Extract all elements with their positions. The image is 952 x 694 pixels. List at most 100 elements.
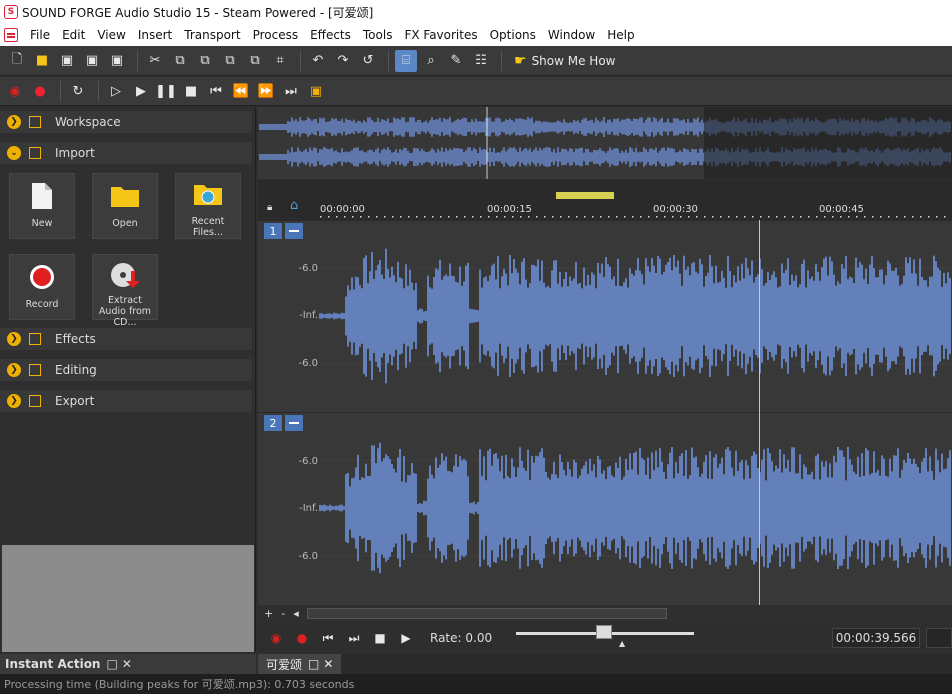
horizontal-scrollbar[interactable]: + - ◂ [258, 605, 952, 622]
restore-icon[interactable]: □ [106, 657, 117, 671]
menu-process[interactable]: Process [247, 28, 305, 42]
channel-1[interactable]: 1 -6.0 -Inf. -6.0 [258, 220, 952, 410]
scroll-left-icon[interactable]: ◂ [293, 607, 299, 620]
toolbar-divider [137, 50, 138, 71]
section-label: Editing [55, 363, 97, 377]
overview-waveform [259, 107, 952, 179]
menu-fx-favorites[interactable]: FX Favorites [398, 28, 483, 42]
undo-icon[interactable]: ↶ [307, 50, 329, 72]
cut-icon[interactable]: ✂ [144, 50, 166, 72]
menu-view[interactable]: View [91, 28, 131, 42]
copy-icon[interactable]: ⧉ [169, 50, 191, 72]
section-effects[interactable]: ❯ Effects [0, 328, 252, 350]
crop-icon[interactable]: ⌗ [269, 50, 291, 72]
ruler-label: 00:00:45 [819, 204, 864, 215]
event-tool-icon[interactable]: ☷ [470, 50, 492, 72]
restore-icon[interactable]: □ [308, 657, 319, 671]
new-tile[interactable]: New [9, 173, 75, 239]
hand-pointer-icon: ☛ [514, 52, 527, 69]
record-tile[interactable]: Record [9, 254, 75, 320]
stop-icon[interactable]: ■ [180, 80, 202, 102]
tab-instant-action[interactable]: Instant Action [5, 657, 100, 671]
recent-files-tile[interactable]: Recent Files... [175, 173, 241, 239]
section-workspace[interactable]: ❯ Workspace [0, 111, 252, 133]
record-icon[interactable]: ● [292, 628, 312, 648]
menu-help[interactable]: Help [601, 28, 640, 42]
menu-tools[interactable]: Tools [357, 28, 399, 42]
zoom-in-button[interactable]: + [264, 607, 273, 620]
instant-action-tab-bar: Instant Action □ ✕ [0, 654, 256, 674]
status-bar: Processing time (Building peaks for 可爱颂.… [0, 674, 952, 694]
save-icon[interactable]: ▣ [56, 50, 78, 72]
tile-label: Extract Audio from CD... [98, 295, 152, 328]
waveform-channel-2 [319, 442, 952, 574]
rate-slider-thumb[interactable] [596, 625, 612, 639]
time-ruler[interactable]: 🔒︎ ⌂ 00:00:00 00:00:15 00:00:30 00:00:45 [258, 180, 952, 220]
menu-options[interactable]: Options [484, 28, 542, 42]
channel-2[interactable]: 2 -6.0 -Inf. -6.0 [258, 412, 952, 602]
window-title: SOUND FORGE Audio Studio 15 - Steam Powe… [22, 5, 374, 20]
play-icon[interactable]: ▶ [130, 80, 152, 102]
show-me-how-button[interactable]: ☛ Show Me How [514, 53, 616, 69]
new-file-icon[interactable]: 🗋 [6, 50, 28, 72]
time-display-extra [926, 628, 952, 648]
close-icon[interactable]: ✕ [323, 657, 333, 671]
go-to-start-icon[interactable]: ⏮ [318, 628, 338, 648]
go-to-start-icon[interactable]: ⏮ [205, 80, 227, 102]
repeat-icon[interactable]: ↺ [357, 50, 379, 72]
record-settings-icon[interactable]: ◉ [266, 628, 286, 648]
open-folder-icon[interactable]: ■ [31, 50, 53, 72]
document-tab-bar: 可爱颂 □ ✕ [258, 654, 952, 674]
pause-icon[interactable]: ❚❚ [155, 80, 177, 102]
extract-audio-tile[interactable]: Extract Audio from CD... [92, 254, 158, 328]
section-import[interactable]: ⌄ Import [0, 142, 252, 164]
section-editing[interactable]: ❯ Editing [0, 359, 252, 381]
import-icon [29, 147, 41, 159]
save-as-icon[interactable]: ▣ [81, 50, 103, 72]
transport-toolbar: ◉ ● ↻ ▷ ▶ ❚❚ ■ ⏮ ⏪ ⏩ ⏭ ▣ [0, 77, 952, 106]
chevron-down-icon: ⌄ [7, 146, 21, 160]
title-bar: S SOUND FORGE Audio Studio 15 - Steam Po… [0, 0, 952, 24]
menu-file[interactable]: File [24, 28, 56, 42]
close-icon[interactable]: ✕ [122, 657, 132, 671]
menu-effects[interactable]: Effects [304, 28, 357, 42]
pencil-tool-icon[interactable]: ✎ [445, 50, 467, 72]
menu-edit[interactable]: Edit [56, 28, 91, 42]
go-to-end-icon[interactable]: ⏭ [344, 628, 364, 648]
mix-insert-icon[interactable]: ▣ [305, 80, 327, 102]
menu-window[interactable]: Window [542, 28, 601, 42]
recent-folder-icon [193, 180, 223, 210]
section-label: Workspace [55, 115, 121, 129]
waveform-area[interactable]: 1 -6.0 -Inf. -6.0 2 -6.0 -Inf. -6.0 [258, 220, 952, 605]
record-settings-icon[interactable]: ◉ [4, 80, 26, 102]
chevron-right-icon: ❯ [7, 115, 21, 129]
scroll-thumb[interactable] [306, 608, 667, 619]
section-label: Import [55, 146, 95, 160]
fast-forward-icon[interactable]: ⏩ [255, 80, 277, 102]
section-export[interactable]: ❯ Export [0, 390, 252, 412]
save-all-icon[interactable]: ▣ [106, 50, 128, 72]
zoom-out-button[interactable]: - [281, 607, 285, 620]
mix-icon[interactable]: ⧉ [219, 50, 241, 72]
app-logo-icon: S [4, 5, 18, 19]
stop-icon[interactable]: ■ [370, 628, 390, 648]
overview-bar[interactable] [258, 107, 952, 179]
record-icon[interactable]: ● [29, 80, 51, 102]
redo-icon[interactable]: ↷ [332, 50, 354, 72]
magnify-tool-icon[interactable]: ⌕ [420, 50, 442, 72]
play-icon[interactable]: ▶ [396, 628, 416, 648]
paste-icon[interactable]: ⧉ [194, 50, 216, 72]
menu-transport[interactable]: Transport [178, 28, 246, 42]
menu-insert[interactable]: Insert [132, 28, 178, 42]
paste-special-icon[interactable]: ⧉ [244, 50, 266, 72]
rewind-icon[interactable]: ⏪ [230, 80, 252, 102]
open-tile[interactable]: Open [92, 173, 158, 239]
playhead-cursor[interactable] [759, 220, 760, 605]
loop-icon[interactable]: ↻ [67, 80, 89, 102]
tab-document[interactable]: 可爱颂 □ ✕ [258, 654, 342, 674]
go-to-end-icon[interactable]: ⏭ [280, 80, 302, 102]
play-all-icon[interactable]: ▷ [105, 80, 127, 102]
ruler-label: 00:00:00 [320, 204, 365, 215]
effects-icon [29, 333, 41, 345]
edit-tool-icon[interactable]: ⌸ [395, 49, 417, 72]
